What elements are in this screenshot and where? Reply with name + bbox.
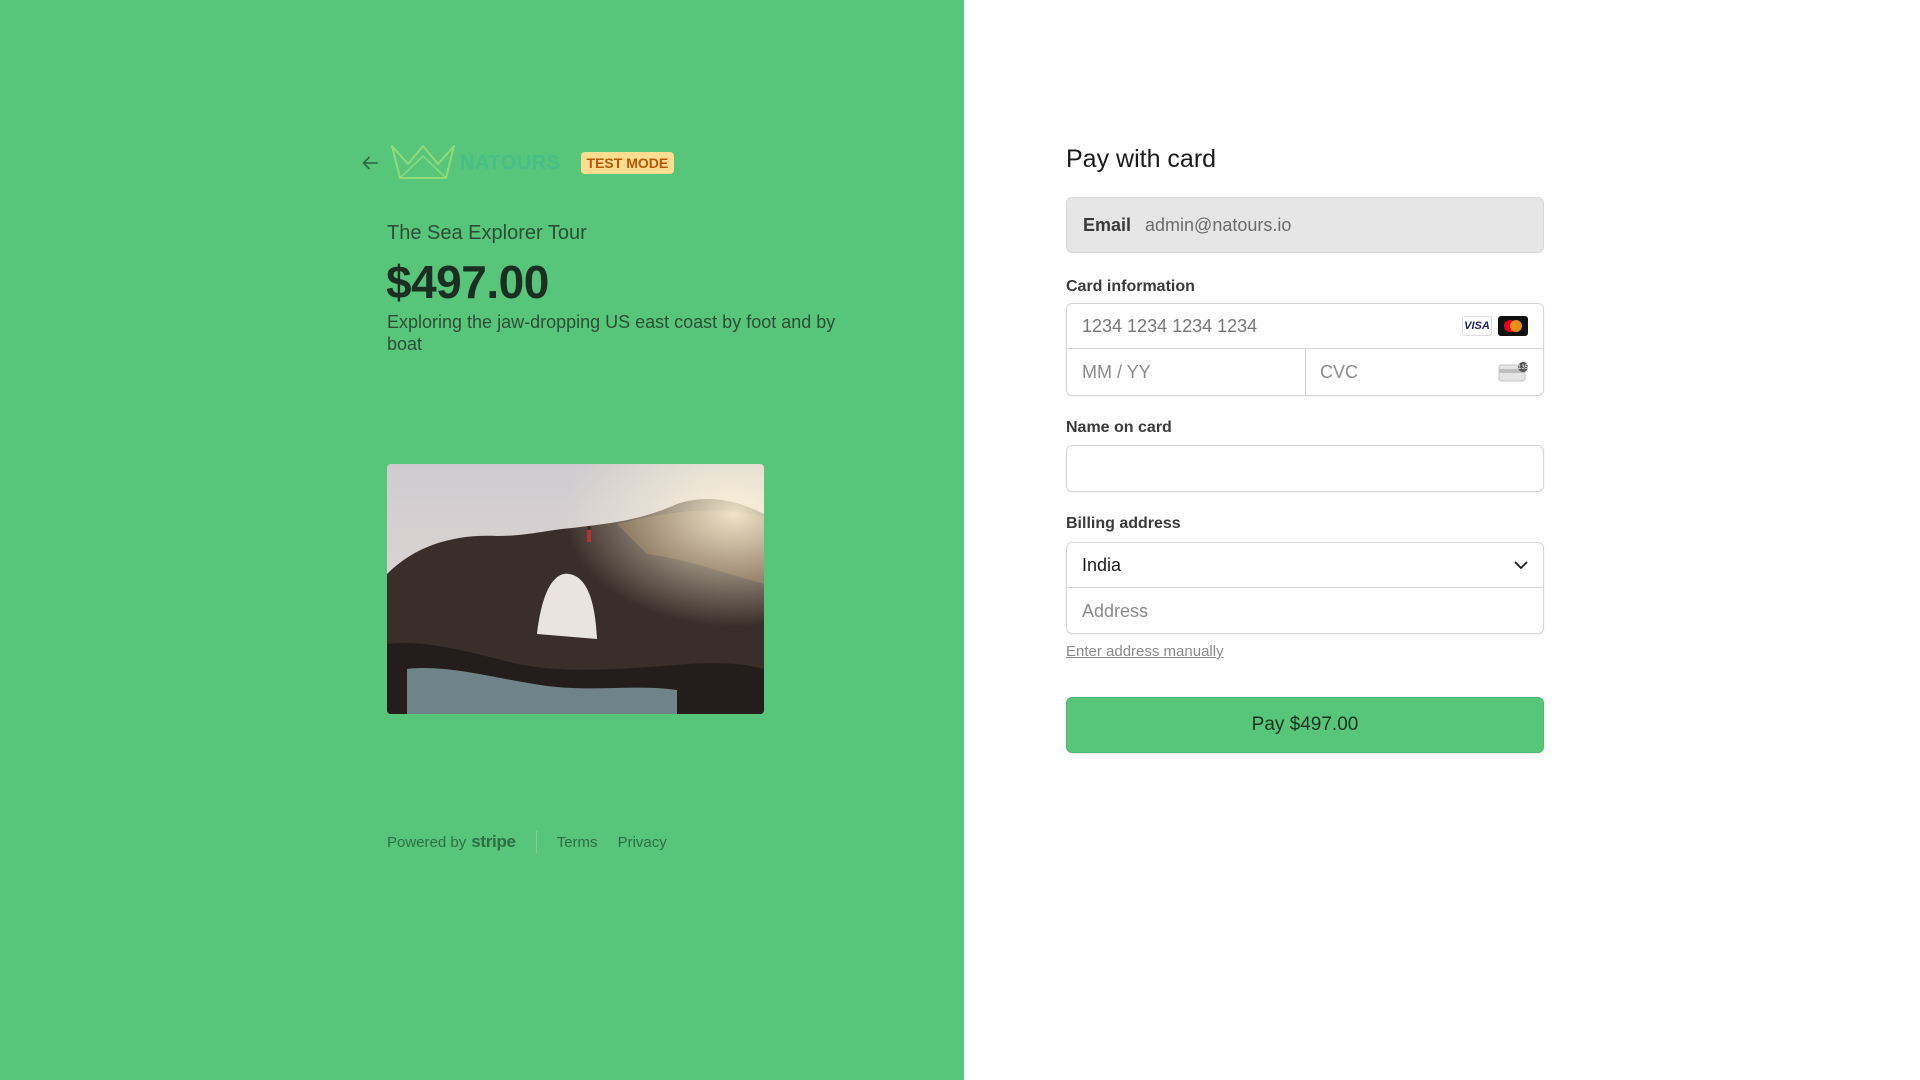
visa-icon: VISA (1462, 316, 1492, 336)
product-name: The Sea Explorer Tour (387, 222, 587, 244)
product-price: $497.00 (386, 256, 549, 308)
email-label: Email (1083, 214, 1132, 235)
powered-by-stripe[interactable]: Powered by stripe (387, 832, 516, 852)
email-value: admin@natours.io (1145, 214, 1292, 235)
chevron-down-icon (1513, 557, 1529, 578)
footer: Powered by stripe Terms Privacy (387, 831, 687, 853)
mastercard-icon (1498, 316, 1528, 336)
card-info-label: Card information (1066, 278, 1195, 295)
billing-address-group: India Address (1066, 542, 1544, 634)
header-row: NATOURS TEST MODE (358, 142, 675, 185)
crown-logo-icon (390, 142, 456, 185)
country-select[interactable]: India (1067, 543, 1543, 588)
logo-text: NATOURS (460, 151, 561, 174)
terms-link[interactable]: Terms (557, 834, 598, 851)
tour-image (387, 464, 764, 714)
privacy-link[interactable]: Privacy (618, 834, 667, 851)
card-back-icon: 135 (1498, 362, 1529, 387)
expiry-input[interactable]: MM / YY (1067, 349, 1306, 396)
cvc-input[interactable]: CVC 135 (1306, 349, 1543, 396)
arrow-left-icon[interactable] (358, 151, 382, 175)
cvc-placeholder: CVC (1320, 362, 1359, 382)
country-selected-value: India (1082, 554, 1122, 575)
card-number-input[interactable]: 1234 1234 1234 1234 VISA (1067, 304, 1543, 349)
enter-address-manually-link[interactable]: Enter address manually (1066, 643, 1224, 660)
name-on-card-input[interactable] (1066, 445, 1544, 492)
card-info-group: 1234 1234 1234 1234 VISA MM / YY CVC 135 (1066, 303, 1544, 396)
natours-logo[interactable]: NATOURS (390, 142, 561, 185)
billing-address-label: Billing address (1066, 515, 1181, 532)
address-placeholder: Address (1082, 600, 1149, 621)
form-title: Pay with card (1066, 145, 1217, 173)
stripe-logo: stripe (471, 832, 516, 851)
svg-text:135: 135 (1518, 365, 1528, 371)
name-on-card-label: Name on card (1066, 419, 1172, 436)
test-mode-badge: TEST MODE (580, 152, 675, 174)
card-brands: VISA (1462, 316, 1528, 336)
pay-button[interactable]: Pay $497.00 (1066, 697, 1544, 753)
expiry-placeholder: MM / YY (1082, 362, 1151, 382)
powered-by-label: Powered by (387, 833, 467, 851)
email-field: Email admin@natours.io (1066, 197, 1544, 253)
footer-divider (535, 831, 537, 853)
card-row-2: MM / YY CVC 135 (1067, 349, 1543, 396)
product-summary-panel: NATOURS TEST MODE The Sea Explorer Tour … (0, 0, 964, 1080)
card-number-placeholder: 1234 1234 1234 1234 (1082, 315, 1258, 336)
product-description: Exploring the jaw-dropping US east coast… (387, 312, 836, 354)
address-input[interactable]: Address (1067, 588, 1543, 634)
